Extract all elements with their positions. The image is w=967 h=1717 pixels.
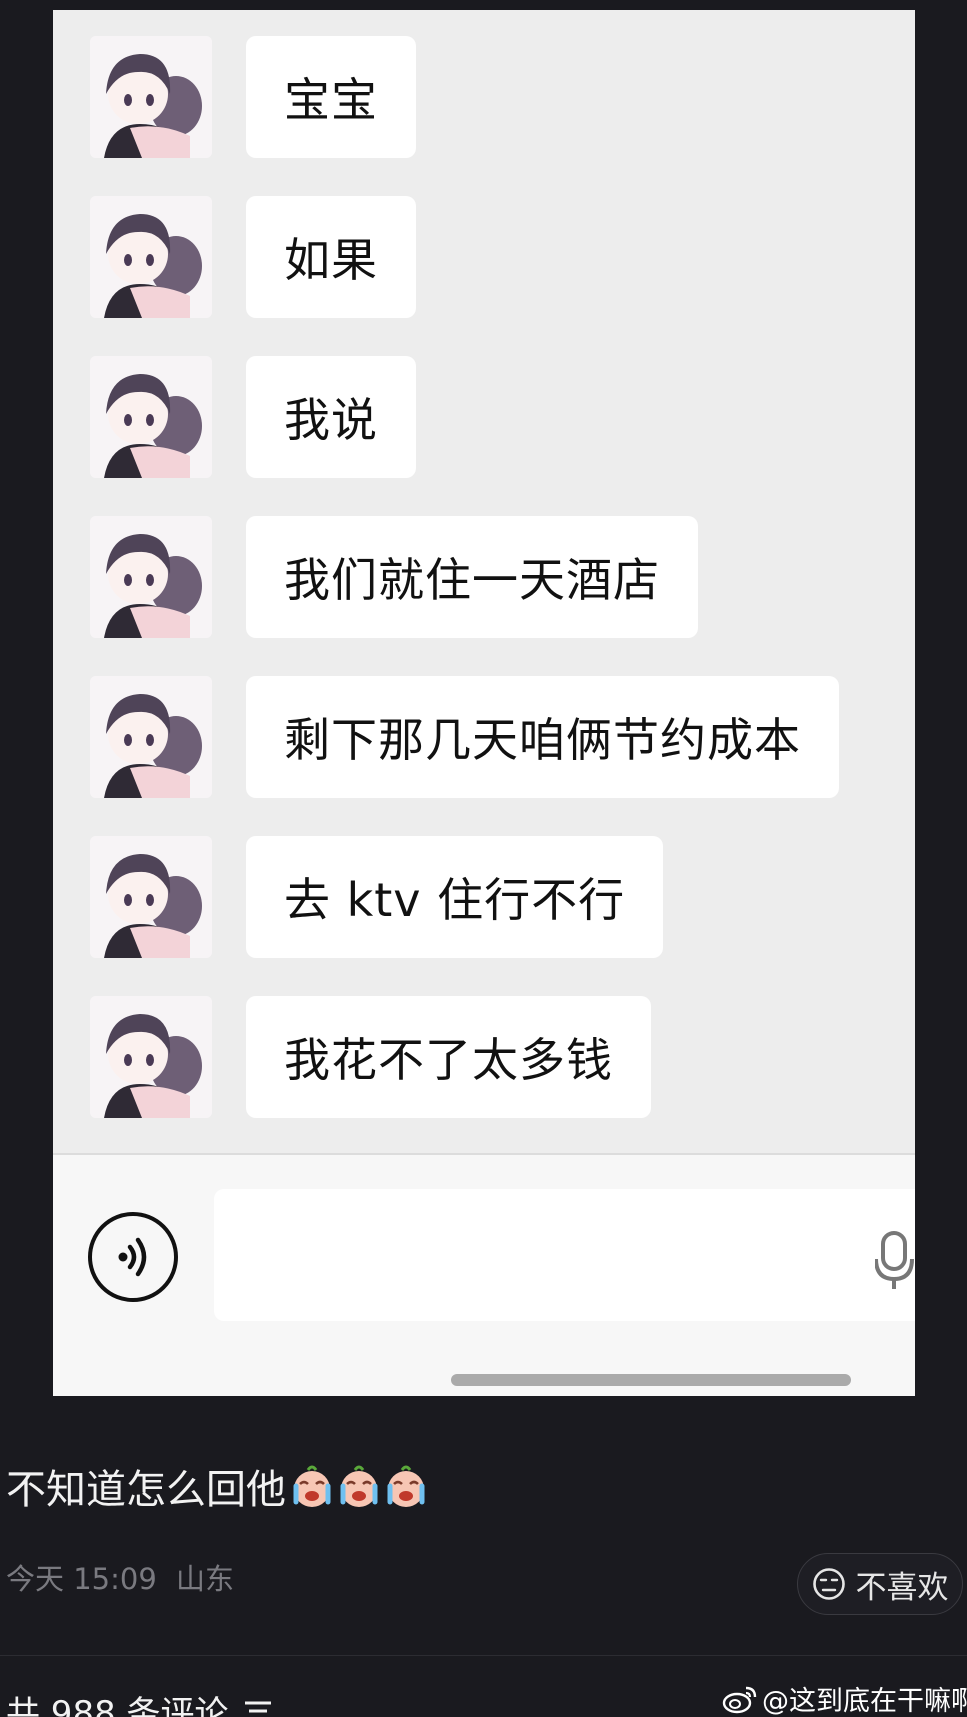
home-indicator [451,1374,851,1386]
message-row: 宝宝 [90,36,416,158]
post-time: 今天 15:09 [6,1562,157,1596]
avatar[interactable] [90,836,212,958]
message-bubble[interactable]: 我花不了太多钱 [246,996,651,1118]
dislike-label: 不喜欢 [855,1569,949,1606]
avatar[interactable] [90,356,212,478]
message-row: 我说 [90,356,416,478]
message-bubble[interactable]: 我说 [246,356,416,478]
voice-wave-icon [118,1237,147,1277]
message-row: 我花不了太多钱 [90,996,651,1118]
avatar[interactable] [90,196,212,318]
chat-screenshot: 宝宝 如果 我说 我们就住一天酒店 剩下那几天咱俩节约成本 去 ktv 住行不行… [53,10,915,1396]
message-row: 我们就住一天酒店 [90,516,698,638]
avatar[interactable] [90,676,212,798]
neutral-face-icon [812,1568,845,1600]
dislike-button[interactable]: 不喜欢 [797,1553,963,1615]
microphone-icon[interactable] [875,1231,915,1291]
chat-input-bar [53,1155,915,1396]
comment-count[interactable]: 共 988 条评论 [6,1686,273,1717]
message-bubble[interactable]: 去 ktv 住行不行 [246,836,664,958]
crying-face-icon [387,1465,425,1507]
message-bubble[interactable]: 如果 [246,196,416,318]
section-divider [0,1655,967,1656]
post-caption-text: 不知道怎么回他 [6,1467,286,1513]
crying-face-icon [293,1465,331,1507]
avatar[interactable] [90,996,212,1118]
weibo-logo-icon [722,1686,757,1713]
crying-face-icon [340,1465,378,1507]
message-row: 剩下那几天咱俩节约成本 [90,676,839,798]
post-location: 山东 [176,1562,235,1596]
weibo-watermark: @这到底在干嘛啊 [722,1679,967,1717]
message-bubble[interactable]: 我们就住一天酒店 [246,516,698,638]
message-input[interactable] [214,1189,915,1321]
post-page: 宝宝 如果 我说 我们就住一天酒店 剩下那几天咱俩节约成本 去 ktv 住行不行… [0,0,967,1717]
avatar[interactable] [90,36,212,158]
sort-icon[interactable] [243,1699,273,1717]
message-row: 去 ktv 住行不行 [90,836,664,958]
comment-count-label: 共 988 条评论 [6,1694,229,1717]
voice-toggle-button[interactable] [88,1212,178,1302]
message-bubble[interactable]: 剩下那几天咱俩节约成本 [246,676,839,798]
message-row: 如果 [90,196,416,318]
watermark-text: @这到底在干嘛啊 [762,1686,967,1717]
post-meta: 今天 15:09 山东 [6,1556,234,1598]
post-caption: 不知道怎么回他 [6,1457,428,1515]
avatar[interactable] [90,516,212,638]
message-bubble[interactable]: 宝宝 [246,36,416,158]
